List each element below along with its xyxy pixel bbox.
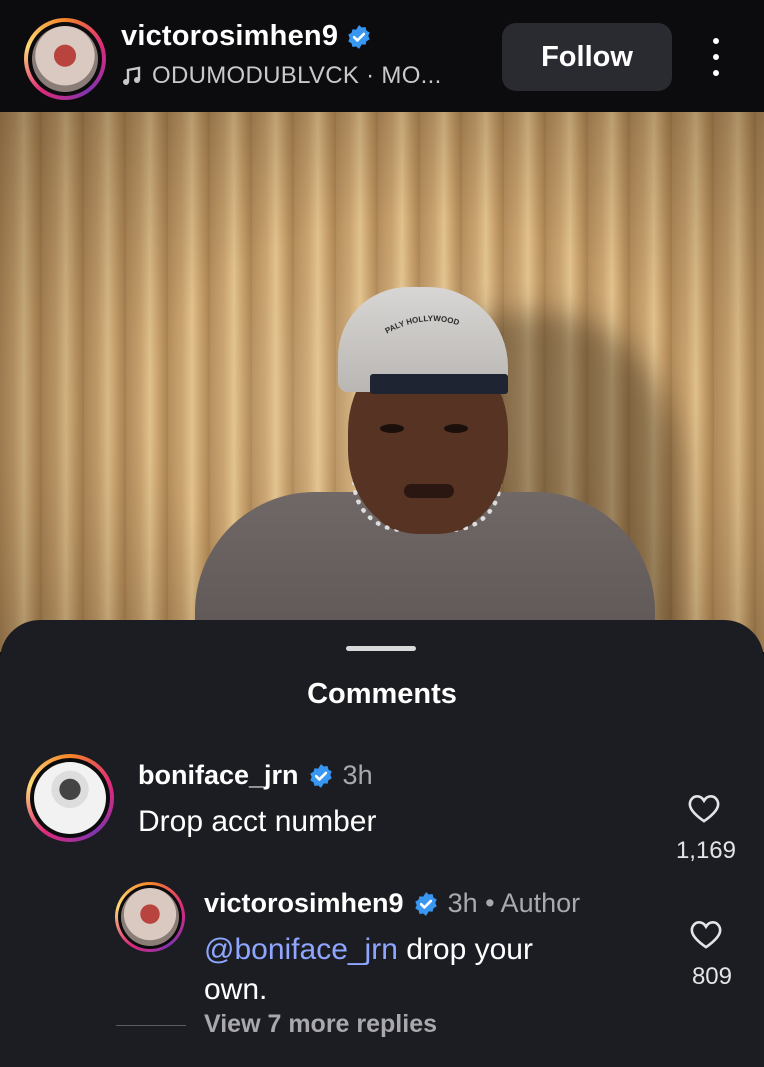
like-heart-icon[interactable]: [688, 918, 724, 950]
comment-time: 3h: [342, 760, 373, 790]
view-replies-divider: [116, 1025, 186, 1026]
author-username[interactable]: victorosimhen9: [121, 20, 338, 53]
sheet-drag-handle[interactable]: [346, 646, 416, 651]
reply-meta: 3h • Author: [447, 888, 581, 918]
comment-header: boniface_jrn 3h: [138, 760, 373, 791]
music-row[interactable]: ODUMODUBLVCK · MO...: [121, 62, 442, 90]
reply-mention-link[interactable]: @boniface_jrn: [204, 933, 398, 966]
reply-like-count: 809: [691, 963, 732, 990]
cap-text-logo: PALY HOLLYWOOD: [384, 314, 461, 336]
author-username-row[interactable]: victorosimhen9: [121, 20, 372, 53]
comments-title: Comments: [307, 678, 457, 710]
commenter-avatar[interactable]: [26, 754, 114, 842]
follow-button[interactable]: Follow: [502, 23, 672, 91]
comment-text: Drop acct number: [138, 805, 377, 838]
reply-author-avatar[interactable]: [115, 882, 185, 952]
commenter-avatar-photo: [34, 762, 106, 834]
author-avatar[interactable]: [24, 18, 106, 100]
like-heart-icon[interactable]: [686, 792, 722, 824]
comment-username[interactable]: boniface_jrn: [138, 760, 299, 791]
more-options-icon[interactable]: [702, 34, 730, 80]
reply-avatar-photo: [121, 888, 179, 946]
music-note-icon: [123, 66, 141, 85]
reply-header: victorosimhen9 3h • Author: [204, 888, 580, 919]
person-cap-band: [370, 374, 508, 394]
person-eye-right: [444, 424, 468, 433]
post-header: victorosimhen9 ODUMODUBLVCK · MO... Foll…: [0, 0, 764, 112]
verified-badge-icon: [348, 24, 370, 49]
person-eye-left: [380, 424, 404, 433]
comments-sheet: Comments boniface_jrn 3h Drop acct numbe…: [0, 620, 764, 1067]
author-avatar-photo: [32, 26, 98, 92]
verified-badge-icon: [309, 763, 332, 788]
music-label: ODUMODUBLVCK · MO...: [152, 62, 442, 89]
person-mouth: [404, 484, 454, 498]
reply-username[interactable]: victorosimhen9: [204, 888, 404, 919]
verified-badge-icon: [414, 891, 437, 916]
post-photo[interactable]: PALY HOLLYWOOD: [0, 112, 764, 652]
view-more-replies-button[interactable]: View 7 more replies: [204, 1010, 437, 1039]
svg-text:PALY HOLLYWOOD: PALY HOLLYWOOD: [384, 314, 461, 336]
reply-text: @boniface_jrn drop your own.: [204, 930, 604, 1010]
comment-like-count: 1,169: [675, 837, 736, 864]
